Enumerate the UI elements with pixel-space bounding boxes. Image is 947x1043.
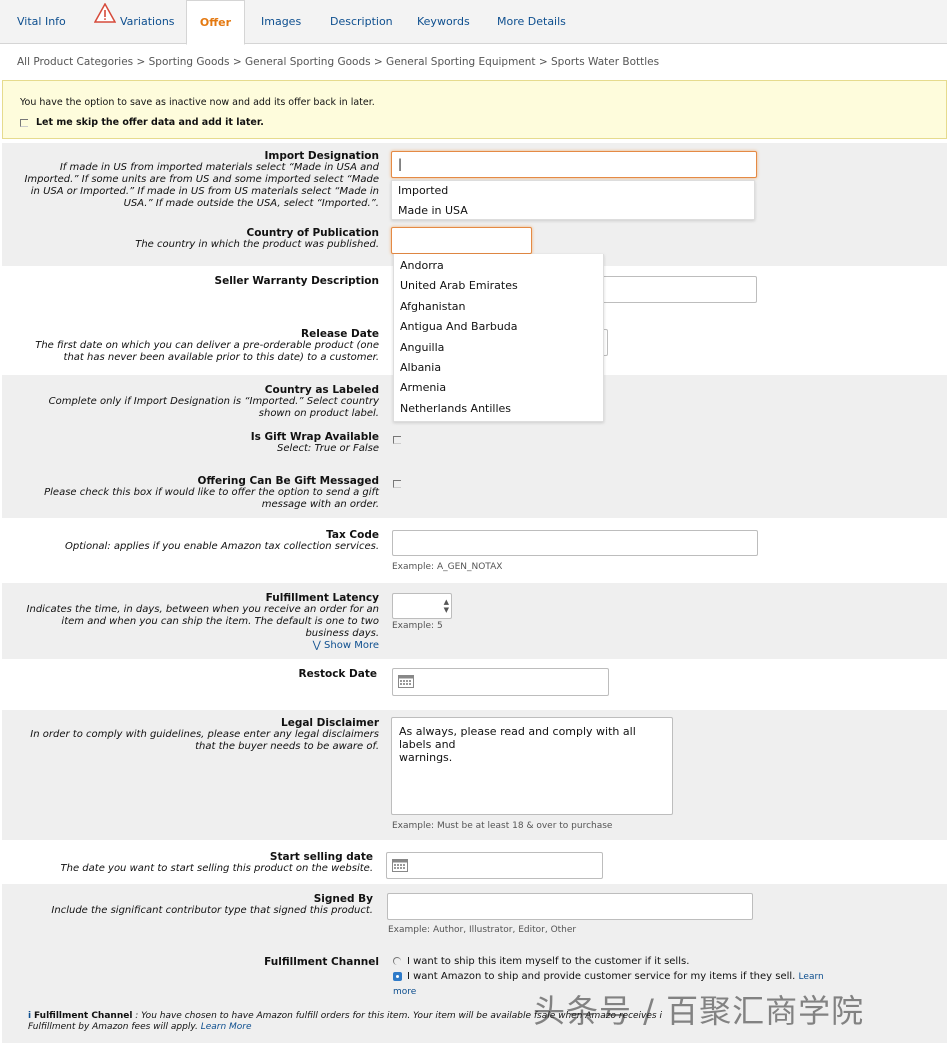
notice-text: You have the option to save as inactive … [20,97,375,108]
learn-more-link-cont[interactable]: more [393,987,416,997]
signed-by-label: Signed By Include the significant contri… [51,893,373,916]
seller-warranty-input[interactable] [602,276,757,303]
legal-disclaimer-label: Legal Disclaimer In order to comply with… [30,717,379,752]
import-designation-label: Import Designation If made in US from im… [24,150,379,209]
gift-message-checkbox[interactable] [393,480,401,488]
show-more-link[interactable]: ⋁ Show More [27,640,379,652]
tab-keywords[interactable]: Keywords [417,0,470,44]
fulfillment-channel-label: Fulfillment Channel [264,956,379,968]
tax-code-example: Example: A_GEN_NOTAX [392,562,503,572]
chevron-down-icon: ⋁ [312,640,321,651]
gift-message-label: Offering Can Be Gift Messaged Please che… [44,475,379,510]
watermark: 头条号 / 百聚汇商学院 [533,992,865,1030]
option-netherlands-antilles[interactable]: Netherlands Antilles [394,399,603,419]
fulfillment-info-line2: Fulfillment by Amazon fees will apply. L… [28,1022,252,1032]
tab-offer[interactable]: Offer [186,0,245,45]
gift-wrap-checkbox[interactable] [393,436,401,444]
fulfillment-latency-example: Example: 5 [392,621,443,631]
option-andorra[interactable]: Andorra [394,256,603,276]
calendar-icon[interactable] [398,674,414,688]
seller-warranty-label: Seller Warranty Description [214,275,379,287]
option-uae[interactable]: United Arab Emirates [394,276,603,296]
tab-more-details[interactable]: More Details [497,0,566,44]
option-anguilla[interactable]: Anguilla [394,338,603,358]
signed-by-example: Example: Author, Illustrator, Editor, Ot… [388,925,577,935]
country-publication-dropdown: Andorra United Arab Emirates Afghanistan… [393,254,604,422]
tab-bar: Vital Info Variations Offer Images Descr… [0,0,947,45]
row-gift-message: Offering Can Be Gift Messaged Please che… [2,467,947,518]
learn-more-link[interactable]: Learn [799,972,824,982]
option-armenia[interactable]: Armenia [394,378,603,398]
warning-icon [93,0,117,42]
ship-myself-option[interactable]: I want to ship this item myself to the c… [393,956,689,967]
option-afghanistan[interactable]: Afghanistan [394,297,603,317]
tab-description[interactable]: Description [330,0,393,44]
amazon-ship-option[interactable]: I want Amazon to ship and provide custom… [393,971,824,982]
legal-disclaimer-textarea[interactable]: As always, please read and comply with a… [391,717,673,815]
tax-code-input[interactable] [392,530,758,556]
start-selling-label: Start selling date The date you want to … [60,851,373,874]
restock-date-input[interactable] [392,668,609,696]
import-designation-dropdown: Imported Made in USA [391,180,755,220]
row-fulfillment-latency: Fulfillment Latency Indicates the time, … [2,583,947,659]
tab-variations-label: Variations [120,15,175,28]
tax-code-label: Tax Code Optional: applies if you enable… [65,529,379,552]
signed-by-input[interactable] [387,893,753,920]
skip-offer-checkbox[interactable] [20,118,28,127]
amazon-ship-radio[interactable] [393,971,402,981]
info-icon: i [28,1011,32,1021]
option-albania[interactable]: Albania [394,358,603,378]
row-gift-wrap: Is Gift Wrap Available Select: True or F… [2,423,947,467]
skip-offer-label: Let me skip the offer data and add it la… [36,117,264,128]
learn-more-link-2[interactable]: Learn More [201,1022,252,1032]
release-date-label: Release Date The first date on which you… [35,328,379,363]
fulfillment-latency-label: Fulfillment Latency Indicates the time, … [26,592,379,652]
option-antigua[interactable]: Antigua And Barbuda [394,317,603,337]
tab-images[interactable]: Images [261,0,301,44]
legal-disclaimer-example: Example: Must be at least 18 & over to p… [392,821,613,831]
import-designation-input[interactable]: | [391,151,757,178]
breadcrumb[interactable]: All Product Categories > Sporting Goods … [17,56,659,68]
restock-date-label: Restock Date [298,668,378,680]
tab-vital-info[interactable]: Vital Info [17,0,66,44]
tab-variations[interactable]: Variations [93,0,175,44]
inactive-notice: You have the option to save as inactive … [2,80,947,139]
country-publication-label: Country of Publication The country in wh… [135,227,379,250]
country-labeled-label: Country as Labeled Complete only if Impo… [48,384,379,419]
calendar-icon[interactable] [392,858,408,872]
ship-myself-radio[interactable] [393,957,401,965]
start-selling-input[interactable] [386,852,603,879]
fulfillment-latency-stepper[interactable]: ▲ ▼ [392,593,452,619]
stepper-arrows-icon[interactable]: ▲ ▼ [444,598,449,614]
gift-wrap-label: Is Gift Wrap Available Select: True or F… [250,431,379,454]
skip-offer-option[interactable]: Let me skip the offer data and add it la… [20,117,264,128]
country-publication-input[interactable] [391,227,532,254]
option-made-in-usa[interactable]: Made in USA [392,201,754,221]
option-imported[interactable]: Imported [392,181,754,201]
